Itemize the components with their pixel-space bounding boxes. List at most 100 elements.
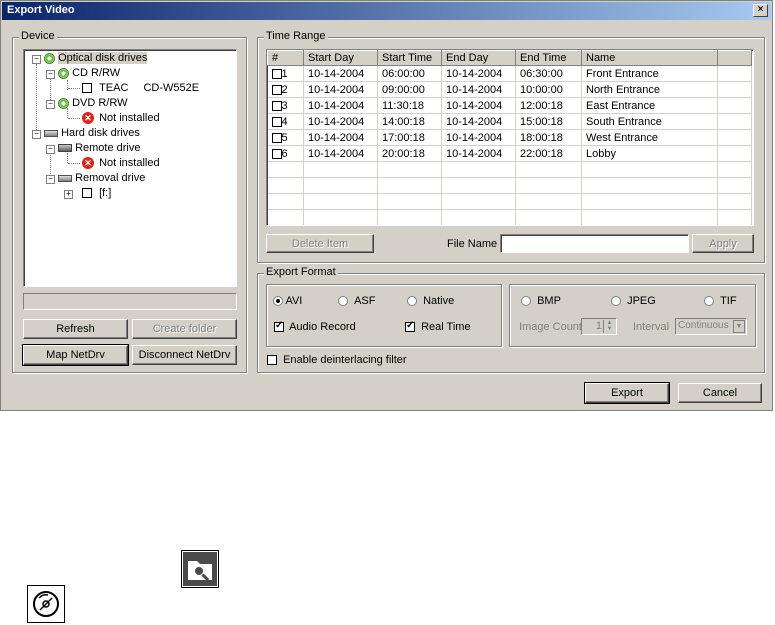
empty-cell: [377, 161, 442, 178]
cell-name: South Entrance: [581, 113, 718, 130]
table-row[interactable]: 5 10-14-2004 17:00:18 10-14-2004 18:00:18 Wes…: [267, 129, 752, 146]
row-number: 5: [281, 131, 288, 144]
teac-checkbox[interactable]: [82, 83, 92, 94]
column-header[interactable]: Start Time: [377, 50, 442, 66]
device-status-box: [23, 293, 237, 310]
removal-checkbox[interactable]: [82, 188, 92, 199]
folder-search-icon[interactable]: [181, 550, 219, 588]
table-row[interactable]: [267, 209, 752, 225]
image-count-value: 1: [595, 320, 602, 332]
radio-indicator: [273, 296, 283, 307]
spinner-arrows-icon[interactable]: ▲ ▼: [603, 320, 615, 333]
tree-line: [68, 163, 80, 164]
create-folder-button[interactable]: Create folder: [132, 319, 237, 339]
row-checkbox[interactable]: [271, 148, 282, 159]
empty-cell: [581, 193, 718, 210]
collapse-removal[interactable]: −: [46, 175, 55, 184]
cell-end-time: 18:00:18: [515, 129, 582, 146]
optical-drive-icon: [44, 52, 55, 64]
cell-start-time: 20:00:18: [377, 145, 442, 162]
tree-line: [68, 88, 80, 89]
row-checkbox[interactable]: [271, 132, 282, 143]
cell-start-time: 14:00:18: [377, 113, 442, 130]
radio-label: Native: [423, 295, 455, 307]
radio-indicator: [611, 296, 621, 307]
tree-item-dvdrw[interactable]: DVD R/RW: [58, 96, 127, 110]
tree-item-optical[interactable]: Optical disk drives: [44, 51, 148, 65]
empty-cell: [377, 193, 442, 210]
check-indicator: [274, 320, 284, 333]
table-row[interactable]: 1 10-14-2004 06:00:00 10-14-2004 06:30:00 Fro…: [267, 65, 752, 82]
close-button[interactable]: ×: [753, 4, 768, 17]
collapse-remote[interactable]: −: [46, 145, 55, 154]
check-indicator: [405, 320, 415, 333]
tree-item-teac[interactable]: TEAC CD-W552E: [82, 81, 199, 95]
cd-drive-icon: [58, 67, 69, 79]
row-checkbox[interactable]: [271, 68, 282, 79]
native-radio[interactable]: Native: [407, 295, 454, 307]
collapse-cdrw[interactable]: −: [46, 70, 55, 79]
interval-select[interactable]: Continuous ▼: [675, 318, 747, 335]
asf-radio[interactable]: ASF: [338, 295, 375, 307]
row-checkbox[interactable]: [271, 116, 282, 127]
apply-button[interactable]: Apply: [692, 234, 754, 253]
tree-label: CD R/RW: [72, 67, 121, 79]
jpeg-radio[interactable]: JPEG: [611, 295, 656, 307]
cell-name: Lobby: [581, 145, 718, 162]
bmp-radio[interactable]: BMP: [521, 295, 561, 307]
empty-cell: [717, 209, 752, 225]
map-netdrv-button[interactable]: Map NetDrv: [22, 344, 129, 366]
export-button[interactable]: Export: [584, 382, 670, 404]
refresh-button[interactable]: Refresh: [23, 319, 128, 339]
collapse-hard[interactable]: −: [32, 130, 41, 139]
row-checkbox[interactable]: [271, 84, 282, 95]
expand-removal-child[interactable]: +: [64, 190, 73, 199]
tree-item-removal-child[interactable]: [f:]: [82, 186, 111, 200]
device-tree[interactable]: − Optical disk drives − CD R/RW TEAC CD-…: [23, 49, 237, 287]
cancel-button[interactable]: Cancel: [678, 383, 762, 403]
file-name-label: File Name: [447, 238, 498, 250]
real-time-checkbox[interactable]: Real Time: [405, 320, 471, 333]
cell-end-day: 10-14-2004: [441, 113, 516, 130]
column-header[interactable]: Name: [581, 50, 718, 66]
table-row[interactable]: 3 10-14-2004 11:30:18 10-14-2004 12:00:18 Eas…: [267, 97, 752, 114]
interval-value: Continuous: [678, 320, 729, 331]
cell-end-time: 06:30:00: [515, 65, 582, 82]
table-row[interactable]: [267, 161, 752, 178]
time-range-table-box[interactable]: # Start Day Start Time End Day End Time Name …: [266, 49, 754, 226]
row-checkbox[interactable]: [271, 100, 282, 111]
tree-label: Hard disk drives: [61, 127, 140, 139]
tree-item-hard[interactable]: Hard disk drives: [44, 126, 140, 140]
chevron-down-icon[interactable]: ▼: [733, 320, 745, 333]
column-header[interactable]: End Day: [441, 50, 516, 66]
collapse-dvdrw[interactable]: −: [46, 100, 55, 109]
radio-indicator: [338, 296, 348, 307]
tif-radio[interactable]: TIF: [704, 295, 737, 307]
image-count-spinner[interactable]: 1 ▲ ▼: [581, 318, 617, 335]
avi-radio[interactable]: AVI: [273, 295, 302, 307]
empty-cell: [515, 209, 582, 225]
tree-line: [68, 118, 80, 119]
tree-item-cdrw[interactable]: CD R/RW: [58, 66, 120, 80]
disc-icon[interactable]: [27, 585, 65, 623]
table-row[interactable]: 4 10-14-2004 14:00:18 10-14-2004 15:00:18 Sou…: [267, 113, 752, 130]
collapse-optical[interactable]: −: [32, 55, 41, 64]
file-name-input[interactable]: [500, 234, 689, 253]
table-row[interactable]: [267, 193, 752, 210]
column-header[interactable]: [717, 50, 752, 66]
table-row[interactable]: 6 10-14-2004 20:00:18 10-14-2004 22:00:18 Lob…: [267, 145, 752, 162]
column-header[interactable]: #: [267, 50, 304, 66]
row-number-cell: 2: [267, 81, 304, 98]
deinterlace-checkbox[interactable]: Enable deinterlacing filter: [267, 354, 407, 366]
cell-end-time: 22:00:18: [515, 145, 582, 162]
tree-item-removal[interactable]: Removal drive: [58, 171, 145, 185]
tree-item-remote[interactable]: Remote drive: [58, 141, 140, 155]
delete-item-button[interactable]: Delete Item: [266, 234, 374, 253]
column-header[interactable]: Start Day: [303, 50, 378, 66]
audio-record-checkbox[interactable]: Audio Record: [274, 320, 356, 333]
table-row[interactable]: [267, 177, 752, 194]
radio-label: BMP: [537, 295, 561, 307]
table-row[interactable]: 2 10-14-2004 09:00:00 10-14-2004 10:00:00 Nor…: [267, 81, 752, 98]
column-header[interactable]: End Time: [515, 50, 582, 66]
disconnect-netdrv-button[interactable]: Disconnect NetDrv: [132, 345, 237, 365]
